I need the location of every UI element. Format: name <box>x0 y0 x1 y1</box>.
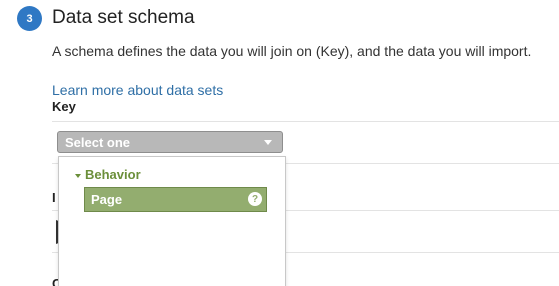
key-dropdown-menu: Behavior Page ? <box>58 156 286 286</box>
key-select-value: Select one <box>65 135 131 150</box>
dropdown-group-behavior[interactable]: Behavior <box>75 167 141 183</box>
key-select[interactable]: Select one <box>57 131 283 153</box>
dropdown-option-page[interactable]: Page ? <box>84 187 267 212</box>
learn-more-link[interactable]: Learn more about data sets <box>52 82 223 99</box>
chevron-down-icon <box>264 140 272 145</box>
section-description: A schema defines the data you will join … <box>52 43 532 59</box>
step-number-badge: 3 <box>17 6 42 31</box>
section-title: Data set schema <box>52 7 195 28</box>
caret-down-icon <box>75 173 81 178</box>
key-label: Key <box>52 99 76 114</box>
help-icon[interactable]: ? <box>248 192 262 206</box>
data-set-schema-section: 3 Data set schema A schema defines the d… <box>0 0 559 286</box>
partial-field-label: I <box>52 190 56 205</box>
group-label: Behavior <box>85 167 141 182</box>
divider <box>52 121 559 122</box>
option-label: Page <box>91 192 123 207</box>
